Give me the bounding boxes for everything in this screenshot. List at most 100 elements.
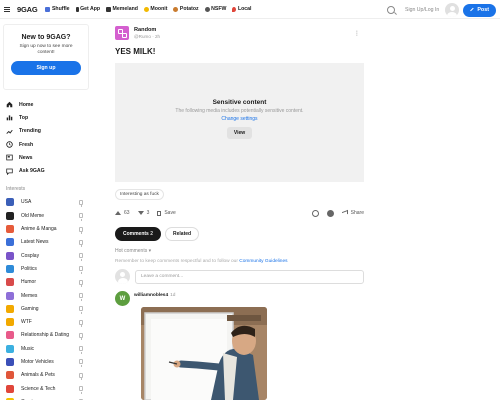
sidebar-item-interest[interactable]: Cosplay: [0, 249, 92, 262]
pin-icon[interactable]: [79, 226, 83, 235]
sidebar-item-top[interactable]: Top: [0, 111, 92, 124]
comment-tabs: Comments 2 Related: [115, 227, 367, 241]
sidebar-item-interest[interactable]: Relationship & Dating: [0, 329, 92, 342]
save-button[interactable]: Save: [157, 210, 176, 216]
menu-icon[interactable]: [4, 6, 10, 12]
section-avatar[interactable]: [115, 26, 129, 40]
sidebar-item-interest[interactable]: Old Meme: [0, 209, 92, 222]
sidebar-item-interest[interactable]: Comic: [0, 395, 92, 400]
top-right-actions: Sign Up/Log In Post: [386, 3, 496, 17]
sidebar-item-interest[interactable]: Politics: [0, 262, 92, 275]
signup-login-link[interactable]: Sign Up/Log In: [405, 7, 439, 13]
pin-icon[interactable]: [79, 306, 83, 314]
interest-icon: [6, 238, 14, 247]
section-name[interactable]: Random: [134, 27, 160, 34]
interest-icon: [6, 344, 14, 353]
pin-icon[interactable]: [79, 372, 83, 381]
comment-sort-dropdown[interactable]: Hot comments ▾: [115, 248, 367, 254]
sidebar-item-fresh[interactable]: Fresh: [0, 138, 92, 151]
comment-username[interactable]: williamnobles4 1d: [134, 293, 175, 306]
shuffle-icon: [45, 6, 51, 12]
sidebar-item-interest[interactable]: Anime & Manga: [0, 222, 92, 235]
sidebar-item-interest[interactable]: Gaming: [0, 302, 92, 315]
interest-label: Gaming: [21, 305, 39, 312]
pin-icon[interactable]: [79, 239, 83, 248]
sidebar-item-interest[interactable]: Science & Tech: [0, 382, 92, 395]
view-button[interactable]: View: [226, 127, 253, 139]
pin-icon[interactable]: [79, 346, 83, 354]
ask-icon: [6, 168, 13, 175]
comment-user-avatar[interactable]: W: [115, 291, 130, 306]
nav-moonit[interactable]: Moonit: [143, 6, 167, 12]
nav-shuffle[interactable]: Shuffle: [45, 6, 70, 12]
post-header: Random @Rumo · 2h ⋮: [115, 25, 364, 41]
nav-get-app[interactable]: Get App: [75, 6, 100, 12]
nav-nsfw[interactable]: NSFW: [204, 6, 226, 12]
sidebar-item-interest[interactable]: Animals & Pets: [0, 369, 92, 382]
sidebar-item-interest[interactable]: Humor: [0, 276, 92, 289]
interest-label: Science & Tech: [21, 385, 56, 392]
phone-icon: [75, 6, 79, 12]
nav-local[interactable]: Local: [232, 6, 252, 12]
nav-potatoz[interactable]: Potatoz: [173, 6, 199, 12]
whatsapp-icon[interactable]: [311, 209, 319, 217]
home-icon: [6, 101, 13, 108]
sidebar-item-home[interactable]: Home: [0, 98, 92, 111]
pin-icon[interactable]: [79, 332, 83, 341]
pin-icon[interactable]: [79, 213, 83, 221]
community-guidelines-link[interactable]: Community Guidelines: [239, 259, 287, 264]
pin-icon[interactable]: [79, 359, 83, 367]
logo[interactable]: 9GAG: [17, 5, 38, 14]
user-avatar[interactable]: [445, 3, 460, 17]
commenter-avatar: [115, 269, 130, 284]
sidebar-item-trending[interactable]: Trending: [0, 125, 92, 138]
share-icon: [341, 209, 348, 217]
interest-label: Humor: [21, 279, 37, 286]
comment-composer: Leave a comment...: [115, 269, 367, 284]
sensitive-title: Sensitive content: [212, 99, 267, 106]
sidebar-item-interest[interactable]: USA: [0, 196, 92, 209]
news-icon: [6, 154, 13, 161]
fresh-icon: [6, 141, 13, 148]
share-button[interactable]: Share: [351, 210, 364, 216]
top-icon: [6, 115, 13, 121]
pin-icon[interactable]: [79, 293, 83, 301]
post-button[interactable]: Post: [463, 3, 496, 17]
downvote-button[interactable]: 3: [137, 210, 149, 216]
comment-input[interactable]: Leave a comment...: [135, 269, 364, 284]
interest-label: WTF: [21, 319, 32, 326]
pin-icon[interactable]: [79, 253, 83, 261]
messenger-icon[interactable]: [326, 209, 334, 217]
nav-memeland[interactable]: Memeland: [106, 6, 138, 12]
sidebar-item-ask[interactable]: Ask 9GAG: [0, 164, 92, 177]
tab-related[interactable]: Related: [165, 227, 200, 241]
pin-icon[interactable]: [79, 386, 83, 394]
search-icon[interactable]: [386, 6, 395, 14]
pin-icon[interactable]: [79, 319, 83, 328]
post-tag[interactable]: Interesting as fuck: [115, 189, 164, 200]
comment-item: W williamnobles4 1d: [115, 291, 367, 306]
interest-label: Animals & Pets: [21, 372, 55, 379]
more-options-icon[interactable]: ⋮: [354, 31, 360, 37]
upvote-button[interactable]: 63: [115, 210, 130, 216]
interest-icon: [6, 384, 14, 393]
tab-comments[interactable]: Comments 2: [115, 227, 162, 241]
pin-icon[interactable]: [79, 279, 83, 288]
sidebar-item-news[interactable]: News: [0, 151, 92, 164]
comment-gif-image[interactable]: [141, 307, 267, 400]
interest-icon: [6, 198, 14, 207]
promo-signup-button[interactable]: Sign up: [11, 60, 81, 75]
sidebar-item-interest[interactable]: WTF: [0, 315, 92, 328]
sidebar-item-interest[interactable]: Memes: [0, 289, 92, 302]
pin-icon[interactable]: [79, 266, 83, 274]
sidebar-item-interest[interactable]: Music: [0, 342, 92, 355]
post-container: Random @Rumo · 2h ⋮ YES MILK! Sensitive …: [115, 20, 367, 306]
change-settings-link[interactable]: Change settings: [221, 116, 257, 122]
interests-heading: Interests: [6, 185, 26, 192]
pin-icon[interactable]: [79, 199, 83, 208]
sidebar-item-interest[interactable]: Latest News: [0, 236, 92, 249]
signup-promo: New to 9GAG? Sign up now to see more con…: [3, 24, 89, 90]
sidebar-item-interest[interactable]: Motor Vehicles: [0, 355, 92, 368]
promo-title: New to 9GAG?: [21, 34, 71, 41]
interest-label: Anime & Manga: [21, 226, 57, 233]
